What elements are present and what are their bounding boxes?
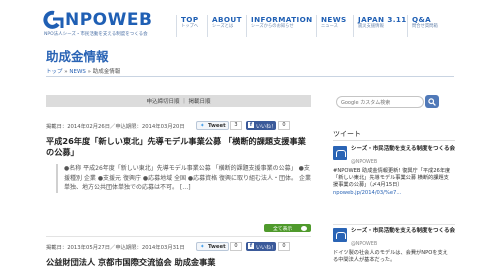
facebook-icon: f <box>248 243 254 249</box>
site-header: NPOWEB NPO法人シーズ・市民活動を支える制度をつくる会 TOP トップへ… <box>0 0 500 42</box>
nav-item-news[interactable]: NEWS ニュース <box>316 15 347 37</box>
like-button[interactable]: f いいね！ <box>246 242 276 251</box>
like-button[interactable]: f いいね！ <box>246 121 276 130</box>
sort-bar-label: 申込締切日順 ｜ 掲載日順 <box>146 99 211 105</box>
tweet-body: #NPOWEB 助成金情報更新! 復興庁「平成26年度「新しい東北」先導モデル事… <box>333 168 451 197</box>
search-icon <box>428 97 436 106</box>
post-excerpt: ●名称 平成26年度「新しい東北」先導モデル事業公募 「横断的課題支援事業の公募… <box>56 164 311 193</box>
post-meta: 掲載日：2014年02月26日／申込期限：2014年03月20日 <box>46 124 185 130</box>
nav-label-en: JAPAN 3.11 <box>358 15 407 24</box>
logo-subtitle: NPO法人シーズ・市民活動を支える制度をつくる会 <box>44 32 148 37</box>
nav-item-top[interactable]: TOP トップへ <box>176 15 198 37</box>
post-meta: 掲載日：2013年05月27日／申込期限：2014年03月31日 <box>46 245 185 251</box>
tweet-button-label: Tweet <box>208 123 226 130</box>
twitter-bird-icon: ✦ <box>200 123 205 129</box>
nav-label-en: ABOUT <box>212 15 242 24</box>
post-title-link[interactable]: 公益財団法人 京都市国際交流協会 助成金事業 <box>46 257 311 268</box>
nav-item-information[interactable]: INFORMATION シーズからのお知らせ <box>246 15 313 37</box>
arrow-right-icon <box>301 225 307 231</box>
tweet-author-handle[interactable]: @NPOWEB <box>351 160 377 165</box>
breadcrumb-separator: » <box>85 69 93 75</box>
tweets-heading: ツイート <box>333 130 361 138</box>
page-title: 助成金情報 <box>46 49 109 64</box>
show-all-label: 全て表示 <box>273 227 293 233</box>
tweet-button[interactable]: ✦ Tweet <box>196 242 229 251</box>
nav-label-jp: シーズとは <box>212 24 234 29</box>
nav-item-about[interactable]: ABOUT シーズとは <box>207 15 242 37</box>
show-all-button[interactable]: 全て表示 <box>264 224 311 232</box>
tweet-item: シーズ・市民活動を支える制度をつくる会 @NPOWEB #NPOWEB 助成金情… <box>333 146 455 216</box>
nav-label-en: INFORMATION <box>251 15 313 24</box>
logo-text: NPOWEB <box>65 10 153 30</box>
tweet-count: 3 <box>230 121 242 130</box>
breadcrumb-news-link[interactable]: NEWS <box>69 69 86 75</box>
tweets-divider <box>333 140 455 141</box>
post-divider <box>46 236 311 237</box>
nav-item-qa[interactable]: Q&A 問合せ質問箱 <box>407 15 438 37</box>
tweet-author-name[interactable]: シーズ・市民活動を支える制度をつくる会 <box>351 228 455 235</box>
twitter-bird-icon: ✦ <box>200 244 205 250</box>
nav-label-en: Q&A <box>412 15 432 24</box>
search-button[interactable] <box>425 95 439 108</box>
tweet-body: ドイツ製の社会人のモデルは、会費がNPOを支える中間法人が基本だった。 <box>333 250 451 264</box>
site-logo[interactable]: NPOWEB NPO法人シーズ・市民活動を支える制度をつくる会 <box>42 10 162 38</box>
nav-label-jp: トップへ <box>181 24 199 29</box>
like-button-label: いいね！ <box>256 123 277 130</box>
facebook-icon: f <box>248 122 254 128</box>
like-count: 0 <box>278 242 290 251</box>
nav-label-jp: ニュース <box>321 24 338 29</box>
tweet-text: #NPOWEB 助成金情報更新! 復興庁「平成26年度「新しい東北」先導モデル事… <box>333 168 451 189</box>
nav-label-jp: 問合せ質問箱 <box>412 24 438 29</box>
search-box <box>336 96 424 108</box>
avatar[interactable] <box>333 228 347 242</box>
tweet-count: 0 <box>230 242 242 251</box>
post-title-link[interactable]: 平成26年度「新しい東北」先導モデル事業公募 「横断的課題支援事業の公募」 <box>46 136 311 158</box>
avatar[interactable] <box>333 146 347 160</box>
breadcrumb-current: 助成金情報 <box>92 69 121 75</box>
tweet-button-label: Tweet <box>208 244 226 251</box>
breadcrumb: トップ » NEWS » 助成金情報 <box>46 67 120 75</box>
tweet-button[interactable]: ✦ Tweet <box>196 121 229 130</box>
tweet-author-handle[interactable]: @NPOWEB <box>351 242 377 247</box>
tweet-link[interactable]: npoweb.jp/2014/03/%e7... <box>333 190 401 196</box>
nav-label-en: NEWS <box>321 15 347 24</box>
tweet-divider <box>333 224 455 225</box>
breadcrumb-home-link[interactable]: トップ <box>46 69 63 75</box>
like-button-label: いいね！ <box>256 244 277 251</box>
sort-bar[interactable]: 申込締切日順 ｜ 掲載日順 <box>46 95 311 107</box>
tweet-text: ドイツ製の社会人のモデルは、会費がNPOを支える中間法人が基本だった。 <box>333 250 448 264</box>
nav-label-en: TOP <box>181 15 199 24</box>
nav-label-jp: 震災支援情報 <box>358 24 384 29</box>
npoweb-logo-icon <box>43 10 64 29</box>
tweet-author-name[interactable]: シーズ・市民活動を支える制度をつくる会 <box>351 146 455 153</box>
nav-item-japan311[interactable]: JAPAN 3.11 震災支援情報 <box>353 15 407 37</box>
tweet-item: シーズ・市民活動を支える制度をつくる会 @NPOWEB ドイツ製の社会人のモデル… <box>333 228 455 279</box>
search-input[interactable] <box>341 98 409 107</box>
title-divider <box>46 76 454 77</box>
like-count: 0 <box>278 121 290 130</box>
nav-label-jp: シーズからのお知らせ <box>251 24 294 29</box>
